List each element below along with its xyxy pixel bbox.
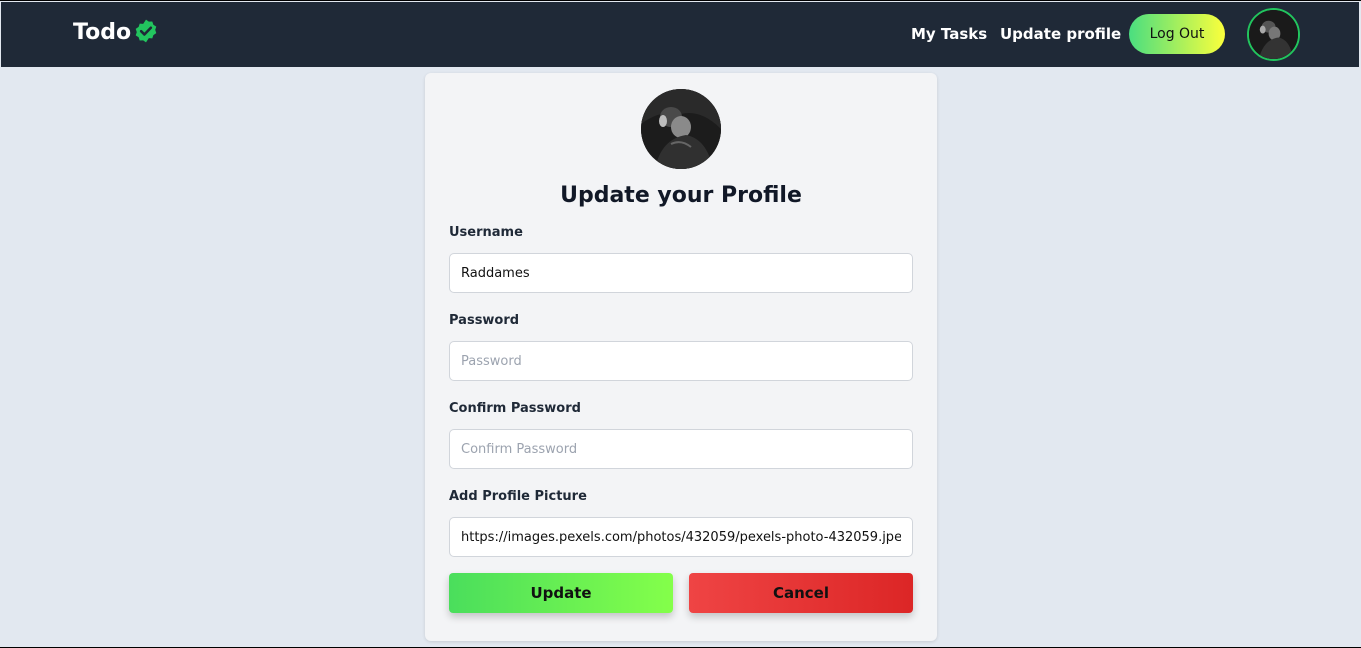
nav-link-my-tasks[interactable]: My Tasks — [911, 25, 987, 43]
navbar: Todo My Tasks Update profile Log Out — [1, 2, 1359, 67]
password-label: Password — [449, 313, 520, 328]
profile-card: Update your Profile Username Password Co… — [425, 73, 937, 641]
cancel-button[interactable]: Cancel — [689, 573, 913, 613]
username-input[interactable] — [449, 253, 913, 293]
verified-check-icon — [135, 19, 157, 42]
logout-button[interactable]: Log Out — [1129, 14, 1225, 54]
page-title: Update your Profile — [560, 183, 802, 208]
profile-picture-label: Add Profile Picture — [449, 489, 587, 504]
password-input[interactable] — [449, 341, 913, 381]
brand-logo[interactable]: Todo — [73, 19, 159, 45]
user-avatar[interactable] — [1247, 8, 1300, 61]
nav-link-update-profile[interactable]: Update profile — [1000, 25, 1121, 43]
brand-name: Todo — [73, 20, 132, 45]
profile-avatar — [641, 89, 721, 169]
confirm-password-label: Confirm Password — [449, 401, 581, 416]
profile-photo — [641, 89, 721, 169]
update-button[interactable]: Update — [449, 573, 673, 613]
avatar-photo — [1249, 10, 1298, 59]
username-label: Username — [449, 225, 523, 240]
confirm-password-input[interactable] — [449, 429, 913, 469]
profile-picture-url-input[interactable] — [449, 517, 913, 557]
